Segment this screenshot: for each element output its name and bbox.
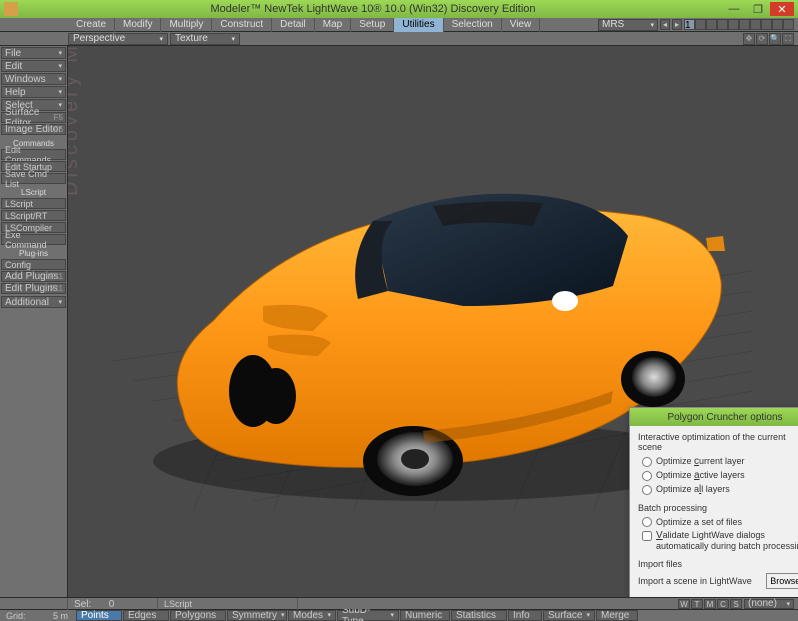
maximize-button[interactable]: ❐ [746,2,770,16]
browse-button[interactable]: Browse... [766,573,798,589]
menu-view[interactable]: View [502,18,541,32]
object-selector[interactable]: MRS▾ [598,19,658,31]
info-script: LScript [158,598,298,610]
statusbar-modes[interactable]: Modes▾ [288,610,336,621]
menu-utilities[interactable]: Utilities [394,18,443,32]
edit-plugins-item[interactable]: Edit PluginsF11 [1,283,66,294]
optimize-current-label: Optimize current layer [656,456,745,467]
mode-m[interactable]: M [704,599,716,609]
close-button[interactable]: ✕ [770,2,794,16]
statusbar-statistics[interactable]: Statistics [451,610,507,621]
statusbar-numeric[interactable]: Numeric [400,610,450,621]
lscript-section-header: LScript [0,187,67,198]
zoom-icon[interactable]: 🔍 [769,33,781,45]
menu-modify[interactable]: Modify [115,18,161,32]
statusbar-edges[interactable]: Edges [123,610,169,621]
sidebar-item[interactable]: LScript/RT [1,210,66,221]
interactive-group-label: Interactive optimization of the current … [638,432,798,452]
viewport-toolbar: Perspective▾ Texture▾ ✥ ⟳ 🔍 ⛶ [0,32,798,46]
sidebar-file-dropdown[interactable]: File▾ [1,47,66,59]
sidebar: File▾Edit▾Windows▾Help▾Select▾ Surface E… [0,46,68,597]
optimize-files-radio[interactable] [642,517,652,527]
optimize-all-label: Optimize all layers [656,484,730,495]
discovery-watermark: Discovery Mode · Discovery Mode [68,46,83,196]
grid-value: 5 m [44,610,74,621]
statusbar-info[interactable]: Info [508,610,542,621]
move-icon[interactable]: ✥ [743,33,755,45]
import-group-label: Import files [638,559,798,569]
sidebar-edit-dropdown[interactable]: Edit▾ [1,60,66,72]
statusbar-subd-type[interactable]: SubD-Type▾ [337,610,399,621]
3d-viewport[interactable]: Discovery Mode · Discovery Mode [68,46,798,597]
plugins-section-header: Plug-ins [0,248,67,259]
config-item[interactable]: Config [1,259,66,270]
surface-editor-item[interactable]: Surface EditorF5 [1,112,66,123]
menu-detail[interactable]: Detail [272,18,315,32]
sidebar-help-dropdown[interactable]: Help▾ [1,86,66,98]
info-bar: Sel: 0 LScript WTMCS (none)▾ [0,597,798,609]
mode-s[interactable]: S [730,599,742,609]
menu-create[interactable]: Create [68,18,115,32]
layer-prev[interactable]: ◂ [660,19,670,30]
sidebar-windows-dropdown[interactable]: Windows▾ [1,73,66,85]
weight-map-dropdown[interactable]: (none)▾ [744,599,794,609]
optimize-active-label: Optimize active layers [656,470,745,481]
mode-t[interactable]: T [691,599,703,609]
optimize-active-radio[interactable] [642,471,652,481]
optimize-files-label: Optimize a set of files [656,517,742,527]
statusbar-surface[interactable]: Surface▾ [543,610,595,621]
image-editor-item[interactable]: Image EditorF6 [1,124,66,135]
add-plugins-item[interactable]: Add PluginsF11 [1,271,66,282]
menu-construct[interactable]: Construct [212,18,272,32]
sidebar-item[interactable]: Exe Command [1,234,66,245]
statusbar-symmetry[interactable]: Symmetry▾ [227,610,287,621]
statusbar-points[interactable]: Points [76,610,122,621]
polygon-cruncher-dialog: Polygon Cruncher options ✕ Interactive o… [629,407,798,597]
menubar: CreateModifyMultiplyConstructDetailMapSe… [0,18,798,32]
sidebar-item[interactable]: Save Cmd List [1,173,66,184]
dialog-titlebar[interactable]: Polygon Cruncher options ✕ [630,408,798,426]
optimize-current-radio[interactable] [642,457,652,467]
validate-label: Validate LightWave dialogs automatically… [656,530,798,551]
minimize-button[interactable]: — [722,2,746,16]
menu-multiply[interactable]: Multiply [161,18,212,32]
selection-count: Sel: 0 [68,598,158,610]
mode-c[interactable]: C [717,599,729,609]
optimize-all-radio[interactable] [642,485,652,495]
window-title: Modeler™ NewTek LightWave 10® 10.0 (Win3… [24,3,722,15]
statusbar-polygons[interactable]: Polygons [170,610,226,621]
batch-group-label: Batch processing [638,503,798,513]
window-titlebar: Modeler™ NewTek LightWave 10® 10.0 (Win3… [0,0,798,18]
fit-icon[interactable]: ⛶ [782,33,794,45]
rotate-icon[interactable]: ⟳ [756,33,768,45]
validate-checkbox[interactable] [642,531,652,541]
menu-map[interactable]: Map [315,18,351,32]
sidebar-item[interactable]: LScript [1,198,66,209]
status-bar: Grid: 5 m PointsEdgesPolygonsSymmetry▾Mo… [0,609,798,621]
display-mode-dropdown[interactable]: Texture▾ [170,33,240,45]
menu-selection[interactable]: Selection [444,18,502,32]
import-scene-label: Import a scene in LightWave [638,576,752,586]
sidebar-item[interactable]: Edit Commands [1,149,66,160]
view-type-dropdown[interactable]: Perspective▾ [68,33,168,45]
menu-setup[interactable]: Setup [351,18,394,32]
statusbar-merge[interactable]: Merge [596,610,638,621]
mode-w[interactable]: W [678,599,690,609]
grid-label: Grid: [0,610,44,621]
layer-buttons[interactable]: 1 [684,19,794,30]
layer-next[interactable]: ▸ [672,19,682,30]
additional-dropdown[interactable]: Additional▾ [1,296,66,308]
app-icon [4,2,18,16]
